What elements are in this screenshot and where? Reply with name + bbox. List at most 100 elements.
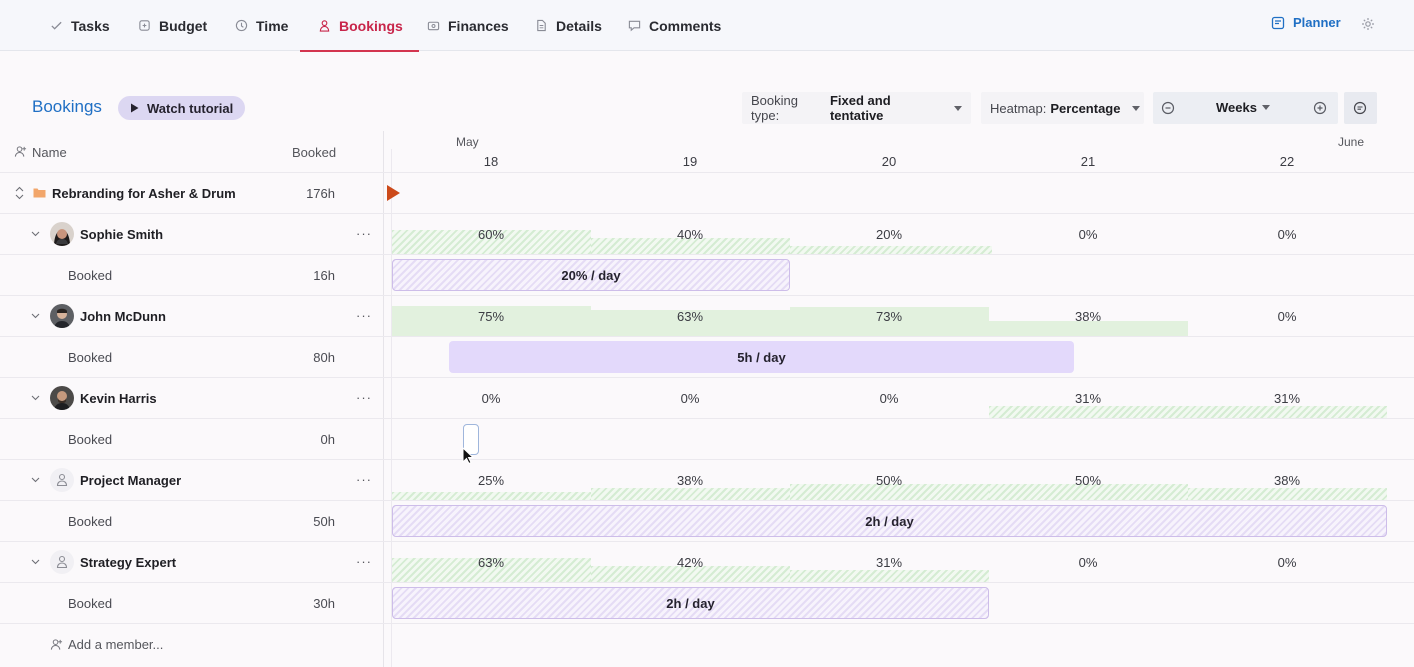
name-column-header[interactable]: Name: [32, 145, 67, 160]
member-row[interactable]: Sophie Smith ···: [0, 213, 384, 254]
avatar: [50, 222, 74, 246]
gear-icon[interactable]: [1361, 17, 1375, 31]
heatmap-value: 20%: [875, 227, 903, 242]
tab-budget[interactable]: Budget: [138, 0, 207, 51]
planner-link[interactable]: Planner: [1271, 15, 1341, 30]
booked-label: Booked: [68, 432, 113, 447]
page-title: Bookings: [32, 97, 102, 116]
heatmap-value: 40%: [676, 227, 704, 242]
booked-label: Booked: [68, 350, 113, 365]
more-options-icon[interactable]: ···: [356, 308, 372, 323]
chevron-down-icon[interactable]: [31, 557, 40, 566]
watch-tutorial-button[interactable]: Watch tutorial: [118, 96, 246, 120]
add-person-icon: [50, 639, 63, 650]
role-row[interactable]: Strategy Expert ···: [0, 541, 384, 582]
tab-label: Bookings: [339, 17, 403, 34]
booking-bar[interactable]: 2h / day: [392, 587, 989, 619]
tab-label: Finances: [448, 17, 509, 34]
heatmap-dropdown[interactable]: Heatmap: Percentage: [981, 92, 1144, 124]
zoom-in-icon[interactable]: [1313, 101, 1327, 115]
member-row[interactable]: Kevin Harris ···: [0, 377, 384, 418]
add-person-icon[interactable]: [14, 145, 27, 158]
heatmap-cell: [1188, 488, 1387, 500]
zoom-level-select[interactable]: Weeks: [1216, 100, 1270, 115]
tab-time[interactable]: Time: [235, 0, 288, 51]
tab-comments[interactable]: Comments: [628, 0, 721, 51]
chevron-down-icon: [1132, 105, 1141, 111]
tab-label: Comments: [649, 17, 722, 34]
booked-label: Booked: [68, 268, 113, 283]
planner-label: Planner: [1293, 15, 1341, 30]
heatmap-value: 31%: [1273, 391, 1301, 406]
booked-row: Booked 50h: [0, 500, 384, 541]
planner-icon: [1271, 16, 1285, 29]
booking-bar[interactable]: 20% / day: [392, 259, 790, 291]
project-name: Rebranding for Asher & Drum: [52, 186, 236, 201]
role-row[interactable]: Project Manager ···: [0, 459, 384, 500]
heatmap-value: 0%: [1277, 227, 1297, 242]
clock-icon: [235, 19, 248, 32]
tab-details[interactable]: Details: [535, 0, 602, 51]
budget-icon: [139, 20, 150, 31]
day-label: 22: [1279, 154, 1295, 169]
comments-button[interactable]: [1344, 92, 1377, 124]
more-options-icon[interactable]: ···: [356, 554, 372, 569]
heatmap-value: 0%: [1078, 555, 1098, 570]
tab-tasks[interactable]: Tasks: [50, 0, 110, 51]
day-label: 18: [483, 154, 499, 169]
avatar: [50, 386, 74, 410]
heatmap-value: 0%: [1078, 227, 1098, 242]
booked-hours: 80h: [313, 350, 335, 365]
add-member-label: Add a member...: [68, 637, 164, 652]
heatmap-value: 0%: [481, 391, 501, 406]
heatmap-cell: [989, 406, 1387, 418]
member-name: Sophie Smith: [80, 227, 164, 242]
expand-collapse-icon[interactable]: [14, 186, 25, 200]
tab-label: Budget: [159, 17, 208, 34]
project-hours: 176h: [306, 186, 335, 201]
heatmap-value: 73%: [875, 309, 903, 324]
booking-bar-label: 2h / day: [666, 595, 715, 611]
heatmap-value: 25%: [477, 473, 505, 488]
zoom-out-icon[interactable]: [1161, 101, 1175, 115]
tab-bookings[interactable]: Bookings: [300, 0, 419, 52]
chevron-down-icon: [954, 105, 962, 111]
heatmap-value: 0%: [1277, 309, 1297, 324]
chevron-down-icon[interactable]: [31, 311, 40, 320]
add-member-row[interactable]: Add a member...: [0, 623, 384, 664]
booked-label: Booked: [68, 514, 113, 529]
booking-type-dropdown[interactable]: Booking type: Fixed and tentative: [742, 92, 971, 124]
document-icon: [537, 19, 546, 32]
member-row[interactable]: John McDunn ···: [0, 295, 384, 336]
chevron-down-icon[interactable]: [31, 393, 40, 402]
more-options-icon[interactable]: ···: [356, 472, 372, 487]
month-label: May: [456, 135, 479, 149]
booking-bar-label: 2h / day: [865, 513, 914, 529]
heatmap-value: 42%: [676, 555, 704, 570]
booked-hours: 30h: [313, 596, 335, 611]
heatmap-value: 75%: [477, 309, 505, 324]
top-navigation: Tasks Budget Time Bookings Finances Deta…: [0, 0, 1414, 52]
heatmap-value: 0%: [879, 391, 899, 406]
heatmap-value: 63%: [477, 555, 505, 570]
more-options-icon[interactable]: ···: [356, 226, 372, 241]
heatmap-value: 31%: [875, 555, 903, 570]
zoom-level-value: Weeks: [1216, 100, 1257, 115]
tab-finances[interactable]: Finances: [427, 0, 509, 51]
more-options-icon[interactable]: ···: [356, 390, 372, 405]
person-icon: [319, 20, 330, 32]
project-row[interactable]: Rebranding for Asher & Drum 176h: [0, 172, 384, 213]
check-icon: [51, 21, 62, 30]
booked-hours: 16h: [313, 268, 335, 283]
heatmap-value: 60%: [477, 227, 505, 242]
booked-hours: 0h: [320, 432, 335, 447]
chevron-down-icon[interactable]: [31, 475, 40, 484]
booked-row: Booked 30h: [0, 582, 384, 623]
booked-column-header[interactable]: Booked: [292, 145, 336, 160]
tab-label: Time: [256, 17, 289, 34]
booking-bar[interactable]: 2h / day: [392, 505, 1387, 537]
chevron-down-icon[interactable]: [31, 229, 40, 238]
member-name: John McDunn: [80, 309, 166, 324]
role-icon: [50, 468, 74, 492]
booking-bar[interactable]: 5h / day: [449, 341, 1074, 373]
